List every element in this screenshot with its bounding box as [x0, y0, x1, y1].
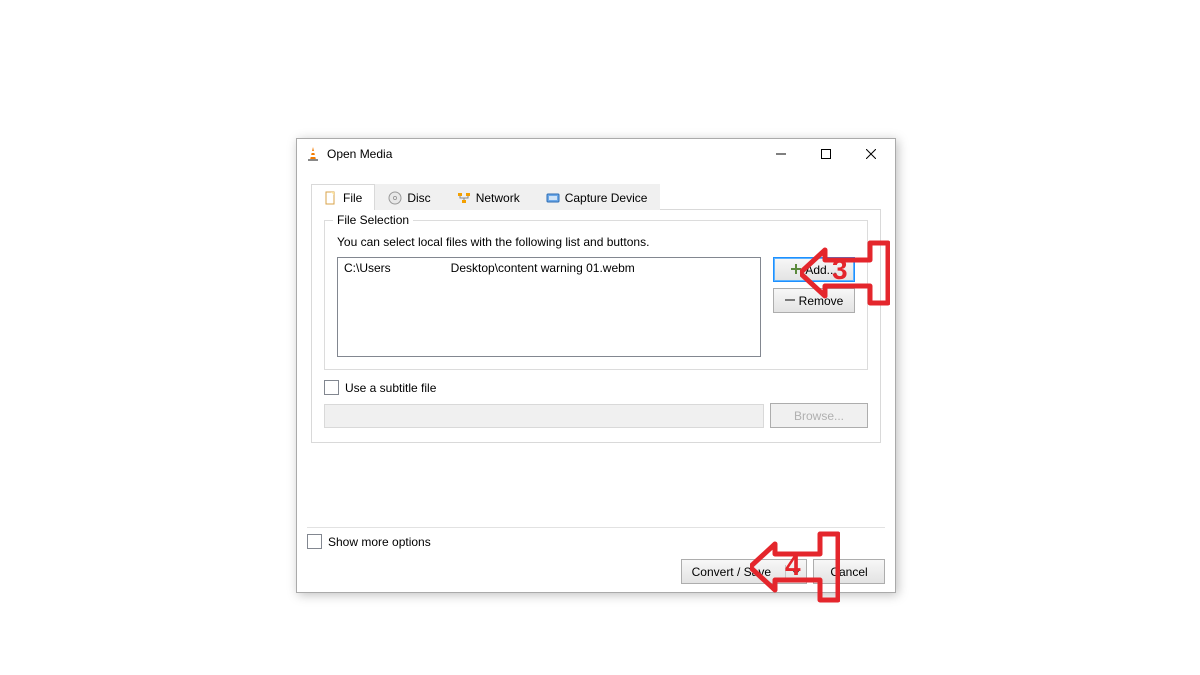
- cancel-button[interactable]: Cancel: [813, 559, 885, 584]
- browse-button: Browse...: [770, 403, 868, 428]
- close-button[interactable]: [848, 140, 893, 168]
- remove-button[interactable]: Remove: [773, 288, 855, 313]
- convert-save-button[interactable]: Convert / Save: [681, 559, 807, 584]
- vlc-icon: [305, 146, 321, 162]
- bottom-bar: Show more options Convert / Save Cancel: [307, 527, 885, 584]
- maximize-button[interactable]: [803, 140, 848, 168]
- subtitle-checkbox[interactable]: [324, 380, 339, 395]
- network-icon: [457, 191, 471, 205]
- subtitle-check-row: Use a subtitle file: [324, 380, 868, 395]
- help-text: You can select local files with the foll…: [337, 235, 855, 249]
- tab-disc[interactable]: Disc: [375, 184, 443, 210]
- tab-capture[interactable]: Capture Device: [533, 184, 661, 210]
- minimize-button[interactable]: [758, 140, 803, 168]
- list-item[interactable]: C:\Users Desktop\content warning 01.webm: [344, 261, 754, 275]
- file-selection-group: File Selection You can select local file…: [324, 220, 868, 370]
- tab-label: Disc: [407, 191, 430, 205]
- tab-file[interactable]: File: [311, 184, 375, 210]
- show-more-label: Show more options: [328, 535, 431, 549]
- add-button[interactable]: Add...: [773, 257, 855, 282]
- button-label: Remove: [799, 294, 844, 308]
- tab-label: Network: [476, 191, 520, 205]
- disc-icon: [388, 191, 402, 205]
- button-label: Browse...: [794, 409, 844, 423]
- window-title: Open Media: [327, 147, 758, 161]
- capture-icon: [546, 191, 560, 205]
- group-legend: File Selection: [333, 213, 413, 227]
- button-label: Add...: [805, 263, 836, 277]
- titlebar: Open Media: [297, 139, 895, 169]
- show-more-checkbox[interactable]: [307, 534, 322, 549]
- dropdown-arrow-icon[interactable]: [785, 565, 806, 579]
- dialog-content: File Disc Network Capture Device File Se…: [297, 169, 895, 449]
- tab-label: Capture Device: [565, 191, 648, 205]
- tab-bar: File Disc Network Capture Device: [311, 183, 881, 210]
- file-panel: File Selection You can select local file…: [311, 210, 881, 443]
- plus-icon: [791, 263, 801, 277]
- tab-network[interactable]: Network: [444, 184, 533, 210]
- file-icon: [324, 191, 338, 205]
- minus-icon: [785, 294, 795, 308]
- button-label: Convert / Save: [682, 565, 781, 579]
- tab-label: File: [343, 191, 362, 205]
- button-label: Cancel: [830, 565, 867, 579]
- file-list[interactable]: C:\Users Desktop\content warning 01.webm: [337, 257, 761, 357]
- open-media-dialog: Open Media File Disc Network Capture Dev…: [296, 138, 896, 593]
- subtitle-label: Use a subtitle file: [345, 381, 436, 395]
- subtitle-path-input: [324, 404, 764, 428]
